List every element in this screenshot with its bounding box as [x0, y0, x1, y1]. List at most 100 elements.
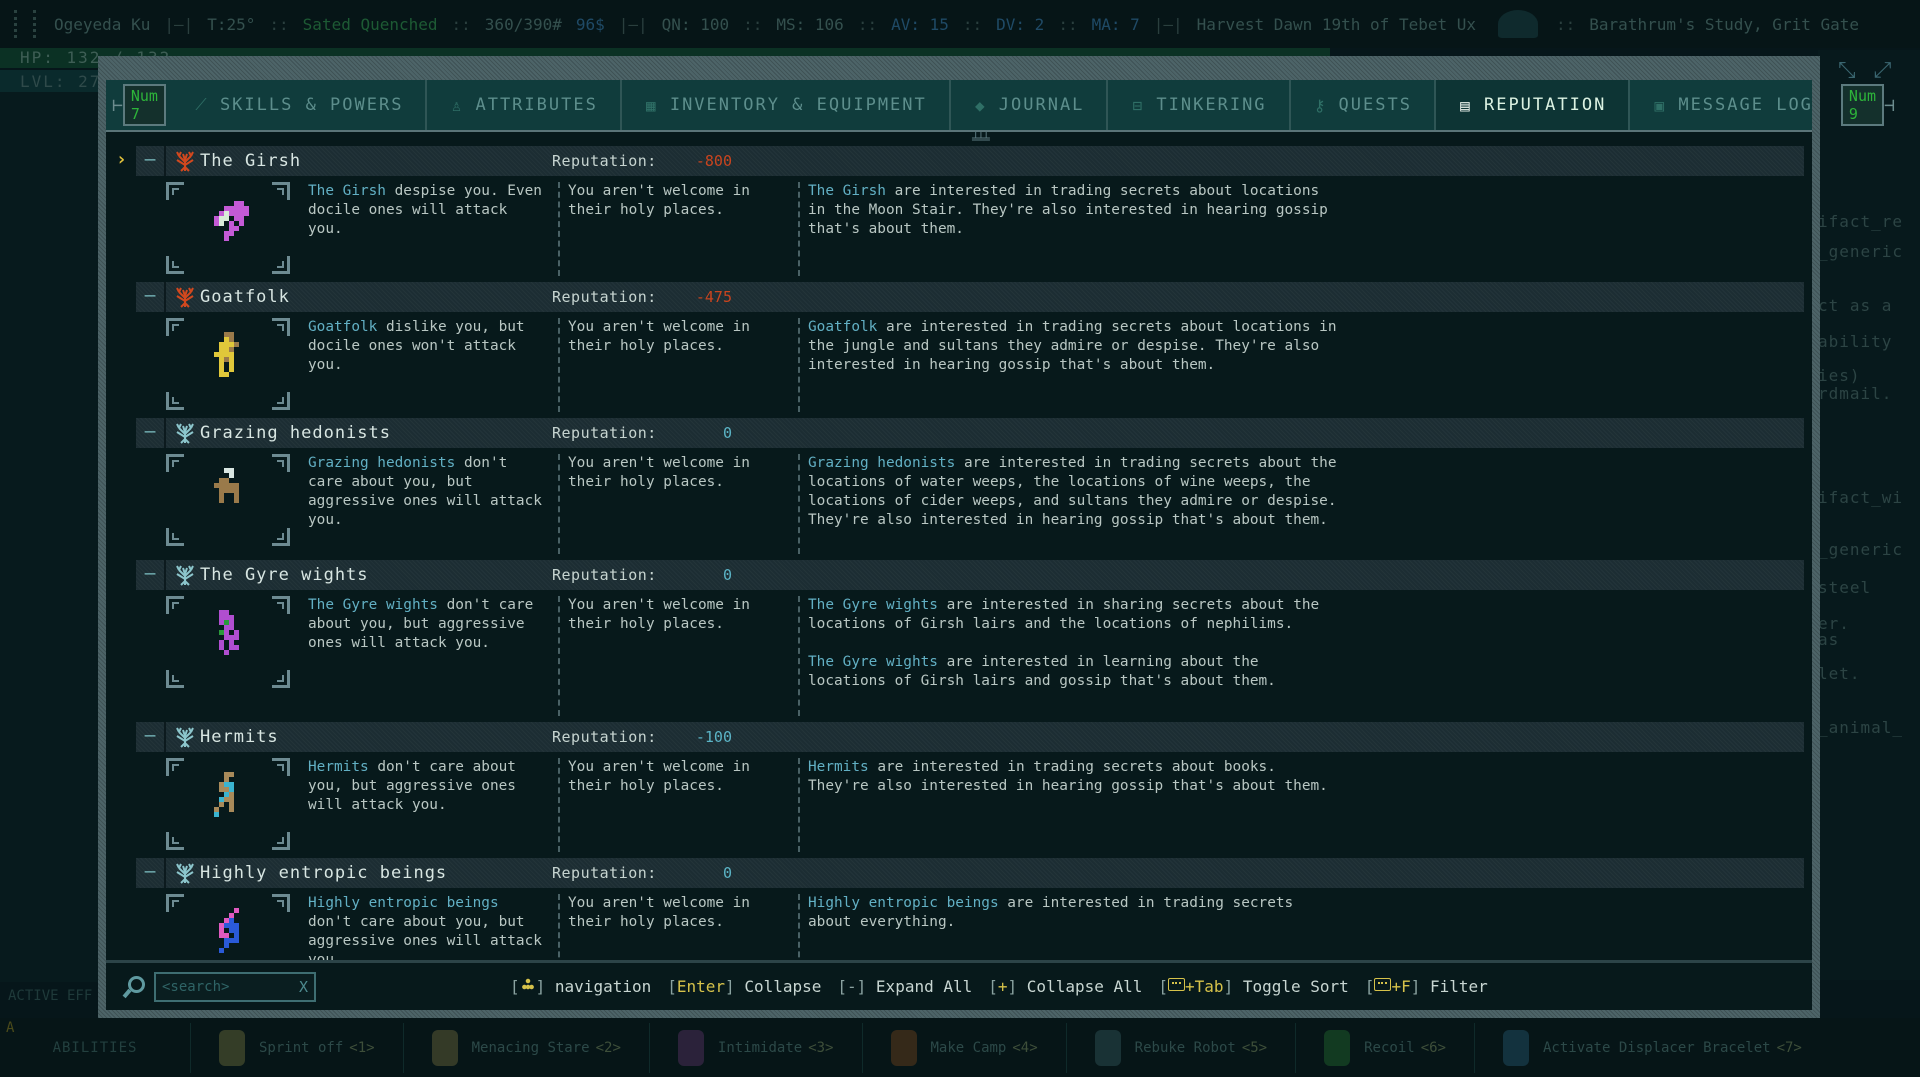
- faction-emblem-icon: [176, 151, 194, 172]
- faction-link[interactable]: Goatfolk: [308, 319, 377, 335]
- tab-journal[interactable]: ◆ JOURNAL: [951, 80, 1109, 130]
- faction-link[interactable]: Highly entropic beings: [308, 895, 499, 911]
- tab-label: SKILLS & POWERS: [219, 95, 404, 115]
- attitude-text: Grazing hedonists don't care about you, …: [308, 455, 542, 528]
- collapse-toggle[interactable]: –: [136, 146, 166, 176]
- message-fragment: ifact_re: [1818, 212, 1904, 231]
- reputation-label: Reputation:: [552, 152, 657, 170]
- faction-header[interactable]: – The Gyre wights Reputation: 0: [136, 560, 1804, 590]
- key-hint-toggle-sort: [+Tab] Toggle Sort: [1158, 977, 1349, 996]
- faction-header[interactable]: – Grazing hedonists Reputation: 0: [136, 418, 1804, 448]
- faction-link[interactable]: Hermits: [308, 759, 369, 775]
- collapse-toggle[interactable]: –: [136, 858, 166, 888]
- faction-link[interactable]: Grazing hedonists: [308, 455, 455, 471]
- ability-slot[interactable]: Rebuke Robot <5>: [1065, 1022, 1295, 1073]
- tab-quests[interactable]: ⚷ QUESTS: [1291, 80, 1436, 130]
- tab-label: QUESTS: [1338, 95, 1412, 115]
- tab-inventory-equipment[interactable]: ▦ INVENTORY & EQUIPMENT: [622, 80, 951, 130]
- ability-icon: [219, 1029, 245, 1066]
- tab-label: ATTRIBUTES: [475, 95, 598, 115]
- faction-link[interactable]: The Girsh: [308, 183, 386, 199]
- clear-search-button[interactable]: X: [299, 978, 308, 996]
- faction-header[interactable]: – Hermits Reputation: -100: [136, 722, 1804, 752]
- faction-emblem-icon: [176, 423, 194, 444]
- tab-reputation[interactable]: ▤ REPUTATION: [1435, 80, 1631, 130]
- search-icon: [122, 975, 146, 999]
- ability-slot[interactable]: Intimidate <3>: [648, 1022, 862, 1073]
- tab-label: MESSAGE LOG: [1678, 95, 1813, 115]
- collapse-toggle[interactable]: –: [136, 418, 166, 448]
- interest-paragraph: The Girsh are interested in trading secr…: [808, 183, 1328, 237]
- ability-hotkey: <7>: [1776, 1039, 1802, 1056]
- separator: |—|: [164, 14, 194, 34]
- faction-list[interactable]: › – The Girsh Reputation: -800 The Girsh des…: [114, 146, 1804, 960]
- search-box[interactable]: X: [154, 971, 316, 1002]
- faction-header[interactable]: › – The Girsh Reputation: -800: [116, 146, 1804, 176]
- hunger-thirst-status: Sated Quenched: [302, 14, 438, 34]
- faction-entry[interactable]: – The Gyre wights Reputation: 0 The Gyre wi…: [114, 560, 1804, 722]
- faction-link[interactable]: Goatfolk: [808, 319, 877, 335]
- search-input[interactable]: [162, 978, 282, 995]
- ability-icon: [890, 1029, 917, 1066]
- ability-slot[interactable]: Make Camp <4>: [861, 1022, 1066, 1073]
- right-message-panel: ⤡⤢ ifact_re _generic ct as a ability ies) rdm…: [1818, 50, 1920, 980]
- selection-cursor-icon: ›: [116, 149, 127, 170]
- tab-message-log[interactable]: ▣ MESSAGE LOG: [1630, 80, 1835, 130]
- ability-icon: [1094, 1029, 1121, 1066]
- faction-name: Goatfolk: [200, 287, 290, 307]
- faction-link[interactable]: The Gyre wights: [808, 597, 938, 613]
- hint-label: Expand All: [875, 977, 973, 996]
- tab-skills-powers[interactable]: ⟋ SKILLS & POWERS: [172, 80, 428, 130]
- ability-slot[interactable]: Recoil <6>: [1295, 1022, 1474, 1073]
- faction-entry[interactable]: › – The Girsh Reputation: -800 The Girsh des…: [114, 146, 1804, 282]
- faction-sprite: [219, 908, 239, 953]
- ability-hotkey: <3>: [808, 1039, 834, 1056]
- ctrl-key-icon: [1374, 978, 1392, 991]
- ability-hotkey: <6>: [1420, 1039, 1446, 1056]
- ability-icon: [1324, 1029, 1351, 1066]
- ability-label: Activate Displacer Bracelet: [1542, 1039, 1771, 1056]
- next-tab-key[interactable]: Num 9 ⊣: [1835, 80, 1901, 130]
- attitude-text: The Girsh despise you. Even docile ones …: [308, 183, 542, 237]
- tab-label: INVENTORY & EQUIPMENT: [669, 95, 927, 115]
- faction-link[interactable]: Highly entropic beings: [808, 895, 999, 911]
- ability-slot[interactable]: Sprint off <1>: [190, 1022, 403, 1073]
- ornament: ╧╧╧: [972, 132, 990, 146]
- faction-link[interactable]: Grazing hedonists: [808, 455, 955, 471]
- faction-entry[interactable]: – Grazing hedonists Reputation: 0 Grazing h…: [114, 418, 1804, 560]
- ability-slot[interactable]: Activate Displacer Bracelet <7>: [1473, 1022, 1830, 1073]
- collapse-toggle[interactable]: –: [136, 560, 166, 590]
- holy-places-text: You aren't welcome in their holy places.: [558, 596, 798, 716]
- character-name: Ogeyeda Ku: [54, 14, 151, 34]
- interest-paragraph: The Gyre wights are interested in sharin…: [808, 597, 1320, 632]
- ability-hotkey: <5>: [1241, 1039, 1268, 1056]
- faction-entry[interactable]: – Highly entropic beings Reputation: 0 High…: [114, 858, 1804, 960]
- tab-attributes[interactable]: ♙ ATTRIBUTES: [427, 80, 622, 130]
- moon-phase-icon: [1498, 10, 1539, 38]
- faction-header[interactable]: – Goatfolk Reputation: -475: [136, 282, 1804, 312]
- holy-places-text: You aren't welcome in their holy places.: [558, 182, 798, 276]
- faction-details: Hermits don't care about you, but aggres…: [166, 752, 1804, 852]
- game-date: Harvest Dawn 19th of Tebet Ux: [1196, 14, 1477, 34]
- key-hints: [] navigation [Enter] Collapse [-] Expand …: [510, 977, 1504, 996]
- sword-icon: ⟋: [195, 95, 209, 114]
- faction-link[interactable]: The Gyre wights: [308, 597, 438, 613]
- player-portrait-icon: [14, 10, 36, 38]
- ability-slot[interactable]: Menacing Stare <2>: [402, 1022, 649, 1073]
- collapse-toggle[interactable]: –: [136, 722, 166, 752]
- holy-places-text: You aren't welcome in their holy places.: [558, 318, 798, 412]
- faction-link[interactable]: The Girsh: [808, 183, 886, 199]
- faction-header[interactable]: – Highly entropic beings Reputation: 0: [136, 858, 1804, 888]
- book-icon: ◆: [974, 95, 987, 115]
- collapse-toggle[interactable]: –: [136, 282, 166, 312]
- faction-entry[interactable]: – Hermits Reputation: -100 Hermits don't ca…: [114, 722, 1804, 858]
- faction-entry[interactable]: – Goatfolk Reputation: -475 Goatfolk dislik…: [114, 282, 1804, 418]
- faction-link[interactable]: The Gyre wights: [808, 654, 938, 670]
- tab-tinkering[interactable]: ⊟ TINKERING: [1108, 80, 1291, 130]
- faction-link[interactable]: Hermits: [808, 759, 869, 775]
- interest-paragraph: Goatfolk are interested in trading secre…: [808, 319, 1337, 373]
- ctrl-key-icon: [1168, 978, 1186, 991]
- message-fragment: _generic: [1818, 540, 1904, 559]
- chest-icon: ▦: [646, 95, 658, 115]
- prev-tab-key[interactable]: ⊢ Num 7: [106, 80, 172, 130]
